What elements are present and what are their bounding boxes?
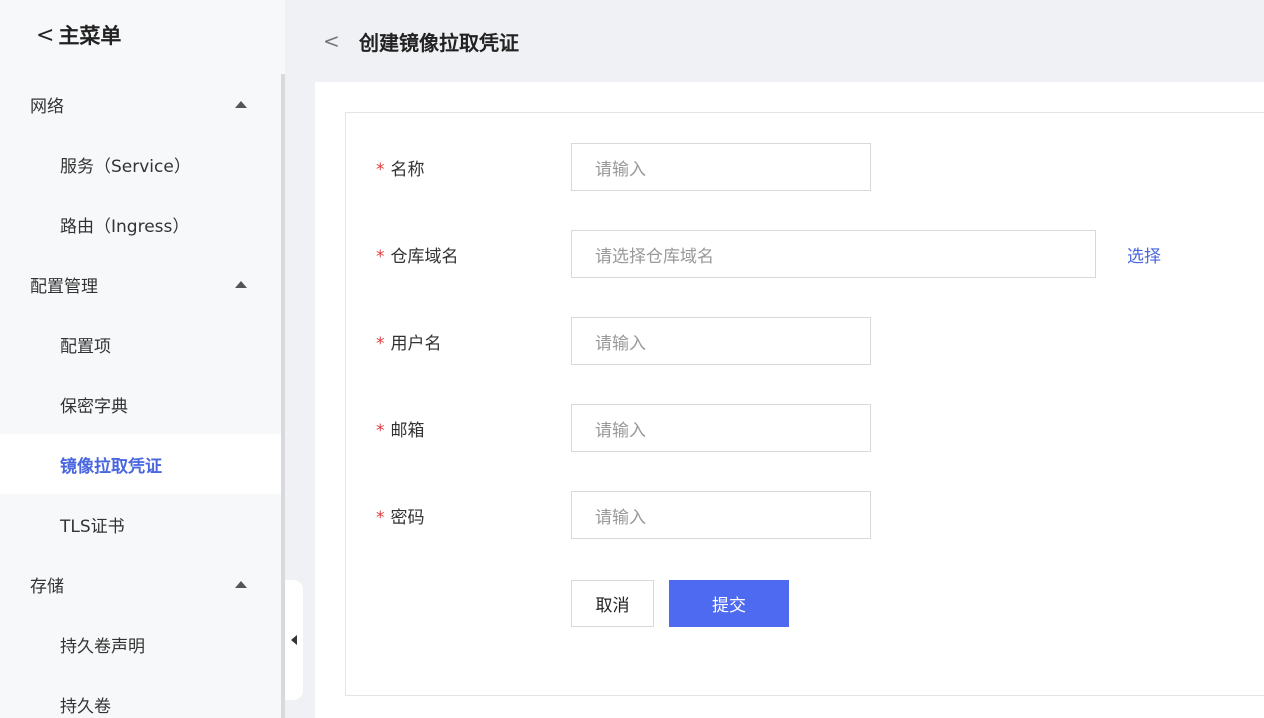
form-actions: 取消 提交 bbox=[571, 579, 789, 627]
field-label: * 仓库域名 bbox=[376, 242, 571, 267]
select-registry-link[interactable]: 选择 bbox=[1127, 242, 1161, 267]
field-label-text: 名称 bbox=[390, 159, 425, 180]
sidebar-item-service[interactable]: 服务（Service） bbox=[0, 134, 281, 194]
field-label: * 名称 bbox=[376, 155, 571, 180]
nav-group-config[interactable]: 配置管理 bbox=[0, 254, 281, 314]
submit-button[interactable]: 提交 bbox=[669, 579, 789, 627]
sidebar-item-secret[interactable]: 保密字典 bbox=[0, 374, 281, 434]
nav-group-label: 网络 bbox=[30, 96, 64, 117]
name-input[interactable]: 请输入 bbox=[571, 143, 871, 191]
required-mark: * bbox=[376, 333, 385, 354]
caret-up-icon bbox=[235, 580, 247, 588]
nav-group-label: 配置管理 bbox=[30, 276, 98, 297]
field-label: * 用户名 bbox=[376, 329, 571, 354]
required-mark: * bbox=[376, 420, 385, 441]
sidebar-item-image-pull-secret[interactable]: 镜像拉取凭证 bbox=[0, 434, 281, 494]
sidebar-item-ingress[interactable]: 路由（Ingress） bbox=[0, 194, 281, 254]
password-input[interactable]: 请输入 bbox=[571, 491, 871, 539]
sidebar-item-pvc[interactable]: 持久卷声明 bbox=[0, 614, 281, 674]
page-title: 创建镜像拉取凭证 bbox=[359, 30, 519, 55]
nav-group-label: 存储 bbox=[30, 576, 64, 597]
caret-up-icon bbox=[235, 280, 247, 288]
form-container: * 名称 请输入 * 仓库域名 请选择仓库域名 选择 * 用户名 请输入 * 邮箱 请输… bbox=[345, 112, 1264, 696]
form-row-password: * 密码 请输入 bbox=[376, 491, 871, 539]
required-mark: * bbox=[376, 159, 385, 180]
field-label-text: 密码 bbox=[390, 507, 425, 528]
form-row-registry: * 仓库域名 请选择仓库域名 选择 bbox=[376, 230, 1161, 278]
caret-left-icon bbox=[291, 635, 297, 645]
field-label-text: 用户名 bbox=[390, 333, 442, 354]
sidebar-nav: 网络 服务（Service） 路由（Ingress） 配置管理 配置项 保密字典… bbox=[0, 74, 281, 718]
nav-group-storage[interactable]: 存储 bbox=[0, 554, 281, 614]
sidebar: < 主菜单 网络 服务（Service） 路由（Ingress） 配置管理 配置… bbox=[0, 0, 285, 718]
caret-up-icon bbox=[235, 100, 247, 108]
email-input[interactable]: 请输入 bbox=[571, 404, 871, 452]
sidebar-item-tls-cert[interactable]: TLS证书 bbox=[0, 494, 281, 554]
form-row-email: * 邮箱 请输入 bbox=[376, 404, 871, 452]
sidebar-collapse-toggle[interactable] bbox=[285, 580, 303, 700]
sidebar-item-pv[interactable]: 持久卷 bbox=[0, 674, 281, 718]
main-card: * 名称 请输入 * 仓库域名 请选择仓库域名 选择 * 用户名 请输入 * 邮箱 请输… bbox=[315, 82, 1264, 718]
back-icon[interactable]: < bbox=[323, 29, 343, 53]
sidebar-item-configmap[interactable]: 配置项 bbox=[0, 314, 281, 374]
page-header: < 创建镜像拉取凭证 bbox=[285, 0, 1264, 82]
registry-domain-input[interactable]: 请选择仓库域名 bbox=[571, 230, 1096, 278]
username-input[interactable]: 请输入 bbox=[571, 317, 871, 365]
cancel-button[interactable]: 取消 bbox=[571, 579, 654, 627]
required-mark: * bbox=[376, 246, 385, 267]
field-label-text: 仓库域名 bbox=[390, 246, 459, 267]
form-row-username: * 用户名 请输入 bbox=[376, 317, 871, 365]
nav-group-network[interactable]: 网络 bbox=[0, 74, 281, 134]
required-mark: * bbox=[376, 507, 385, 528]
field-label: * 邮箱 bbox=[376, 416, 571, 441]
field-label: * 密码 bbox=[376, 503, 571, 528]
sidebar-title: 主菜单 bbox=[58, 24, 122, 48]
main-menu-back[interactable]: < 主菜单 bbox=[0, 0, 285, 70]
form-row-name: * 名称 请输入 bbox=[376, 143, 871, 191]
field-label-text: 邮箱 bbox=[390, 420, 425, 441]
chevron-left-icon: < bbox=[36, 22, 55, 48]
